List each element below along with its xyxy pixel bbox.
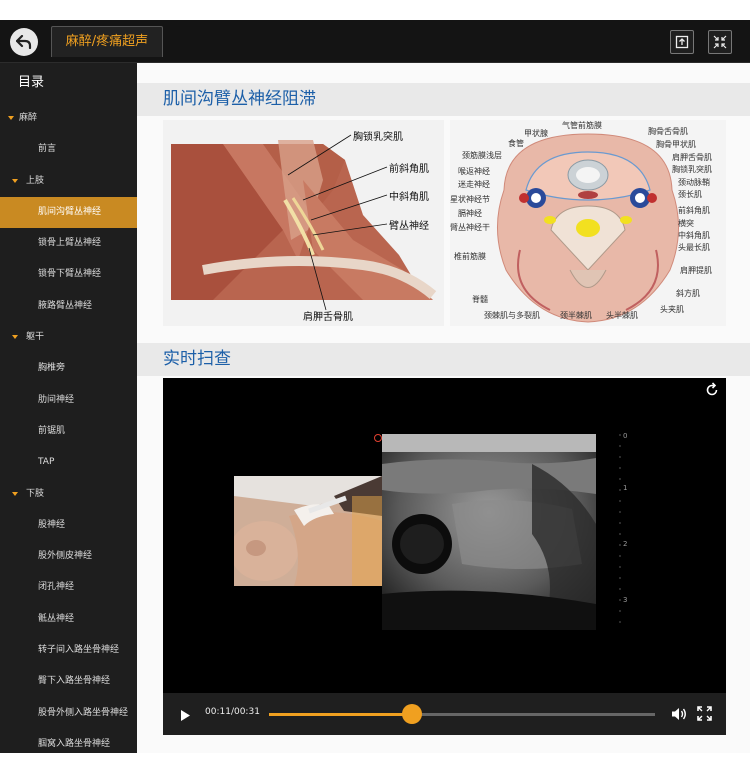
- sidebar-item-obturator[interactable]: 闭孔神经: [0, 572, 137, 603]
- sidebar-group-upper-limb[interactable]: 上肢: [0, 166, 137, 197]
- label-sternothyroid: 胸骨甲状肌: [656, 140, 696, 149]
- label-pretracheal-fascia: 气管前筋膜: [562, 121, 602, 130]
- fullscreen-icon: [697, 706, 712, 721]
- caret-down-icon: [12, 335, 18, 340]
- label-middle-scalene: 中斜角肌: [389, 192, 429, 203]
- label-prevertebral-fascia: 椎前筋膜: [454, 252, 486, 261]
- sidebar-category-anesthesia[interactable]: 麻醉: [0, 103, 137, 134]
- label-sternohyoid: 胸骨舌骨肌: [648, 127, 688, 136]
- probe-marker-icon: [374, 434, 382, 442]
- sidebar-group-lower-limb[interactable]: 下肢: [0, 479, 137, 510]
- sidebar-item-femoral[interactable]: 股神经: [0, 510, 137, 541]
- anatomy-illustration-neck: 胸锁乳突肌 前斜角肌 中斜角肌 臂丛神经 肩胛舌骨肌: [163, 120, 444, 326]
- label-esophagus: 食管: [508, 139, 524, 148]
- sidebar-item-supraclavicular[interactable]: 锁骨上臂丛神经: [0, 228, 137, 259]
- video-controls: 00:11/00:31: [163, 693, 726, 735]
- label-stellate-ganglion: 星状神经节: [450, 195, 490, 204]
- fullscreen-exit-button[interactable]: [708, 30, 732, 54]
- sidebar-title: 目录: [18, 75, 45, 90]
- sidebar-item-lateral-femoral-cutaneous[interactable]: 股外侧皮神经: [0, 541, 137, 572]
- sidebar-item-subgluteal-sciatic[interactable]: 臀下入路坐骨神经: [0, 666, 137, 697]
- label-carotid-sheath: 颈动脉鞘: [678, 178, 710, 187]
- replay-button[interactable]: [704, 382, 720, 402]
- volume-icon: [672, 708, 686, 720]
- video-player[interactable]: 0 1 2 3 00:11/00:31: [163, 378, 726, 735]
- label-recurrent-laryngeal: 喉返神经: [458, 167, 490, 176]
- sidebar-item-transtrochanteric-sciatic[interactable]: 转子间入路坐骨神经: [0, 635, 137, 666]
- sidebar-item-popliteal-sciatic[interactable]: 腘窝入路坐骨神经: [0, 729, 137, 753]
- ultrasound-image: [382, 434, 596, 630]
- play-button[interactable]: [179, 707, 191, 726]
- label-multifidus: 颈棘肌与多裂肌: [484, 311, 540, 320]
- sidebar-item-intercostal[interactable]: 肋间神经: [0, 385, 137, 416]
- seek-bar-progress: [269, 713, 412, 716]
- depth-tick-1: 1: [623, 484, 628, 492]
- sidebar-group-trunk[interactable]: 躯干: [0, 322, 137, 353]
- replay-icon: [706, 382, 718, 396]
- section-title-block: 肌间沟臂丛神经阻滞: [137, 83, 750, 116]
- anatomy-illustration-cross-section: 气管前筋膜 甲状腺 食管 胸骨舌骨肌 胸骨甲状肌 肩胛舌骨肌 胸锁乳突肌 颈动脉…: [450, 120, 726, 326]
- label-longus-colli: 颈长肌: [678, 190, 702, 199]
- depth-scale: 0 1 2 3: [618, 432, 632, 624]
- caret-down-icon: [8, 116, 14, 120]
- label-transverse-process: 横突: [678, 219, 694, 228]
- sidebar-item-tap[interactable]: TAP: [0, 447, 137, 478]
- label-levator-scapulae: 肩胛提肌: [680, 266, 712, 275]
- collapse-icon: [713, 35, 727, 49]
- depth-tick-0: 0: [623, 432, 628, 440]
- volume-button[interactable]: [671, 706, 687, 726]
- depth-tick-3: 3: [623, 596, 628, 604]
- label-trapezius: 斜方肌: [676, 289, 700, 298]
- sidebar-item-lateral-femoral-sciatic[interactable]: 股骨外侧入路坐骨神经: [0, 698, 137, 729]
- label-semispinalis-cervicis: 颈半棘肌: [560, 311, 592, 320]
- sidebar-item-preface[interactable]: 前言: [0, 134, 137, 165]
- play-icon: [181, 710, 190, 721]
- label-semispinalis-capitis: 头半棘肌: [606, 311, 638, 320]
- label-anterior-scalene: 前斜角肌: [389, 164, 429, 175]
- label-splenius-capitis: 头夹肌: [660, 305, 684, 314]
- sidebar: 目录 麻醉 前言 上肢 肌间沟臂丛神经 锁骨上臂丛神经 锁骨下臂丛神经 腋路臂丛…: [0, 63, 137, 753]
- label-vagus: 迷走神经: [458, 180, 490, 189]
- label-phrenic-nerve: 膈神经: [458, 209, 482, 218]
- back-button[interactable]: [10, 28, 38, 56]
- label-omohyoid-r: 肩胛舌骨肌: [672, 153, 712, 162]
- sidebar-item-interscalene[interactable]: 肌间沟臂丛神经: [0, 196, 137, 229]
- label-brachial-trunks: 臂丛神经干: [450, 223, 490, 232]
- caret-down-icon: [12, 491, 18, 496]
- section-title-realtime: 实时扫查: [137, 343, 750, 376]
- label-scm-r: 胸锁乳突肌: [672, 165, 712, 174]
- export-button[interactable]: [670, 30, 694, 54]
- upload-icon: [675, 35, 689, 49]
- sidebar-item-thoracic-paravertebral[interactable]: 胸椎旁: [0, 353, 137, 384]
- tab-anesthesia-pain-ultrasound[interactable]: 麻醉/疼痛超声: [51, 26, 163, 57]
- label-brachial-plexus: 臂丛神经: [389, 221, 429, 232]
- probe-position-photo: [234, 476, 382, 586]
- back-arrow-icon: [16, 35, 32, 49]
- label-omohyoid: 肩胛舌骨肌: [303, 312, 353, 323]
- label-superficial-cervical-fascia: 颈筋膜浅层: [462, 151, 502, 160]
- seek-bar[interactable]: [269, 713, 655, 716]
- app-window: 麻醉/疼痛超声 目录 麻醉 前言 上肢 肌间沟臂丛神经 锁骨上臂丛神经 锁骨下臂…: [0, 20, 750, 753]
- caret-down-icon: [12, 178, 18, 183]
- label-spinal-cord: 脊髓: [472, 295, 488, 304]
- seek-handle[interactable]: [401, 704, 422, 724]
- sidebar-item-sacral-plexus[interactable]: 骶丛神经: [0, 604, 137, 635]
- sidebar-item-axillary[interactable]: 腋路臂丛神经: [0, 291, 137, 322]
- time-display: 00:11/00:31: [205, 707, 260, 717]
- duration: 00:31: [233, 707, 260, 717]
- label-thyroid: 甲状腺: [524, 129, 548, 138]
- fullscreen-button[interactable]: [697, 706, 712, 725]
- main-content: 肌间沟臂丛神经阻滞 胸锁乳突肌 前斜角肌 中斜角肌 臂丛神经 肩胛舌骨肌 气管前…: [137, 63, 750, 753]
- sidebar-item-serratus-anterior[interactable]: 前锯肌: [0, 416, 137, 447]
- label-sternocleidomastoid: 胸锁乳突肌: [353, 132, 403, 143]
- top-bar: 麻醉/疼痛超声: [0, 20, 750, 63]
- label-anterior-scalene-r: 前斜角肌: [678, 206, 710, 215]
- current-time: 00:11: [205, 707, 231, 717]
- sidebar-item-infraclavicular[interactable]: 锁骨下臂丛神经: [0, 259, 137, 290]
- depth-tick-2: 2: [623, 540, 628, 548]
- label-middle-scalene-r: 中斜角肌: [678, 231, 710, 240]
- label-longissimus-capitis: 头最长肌: [678, 243, 710, 252]
